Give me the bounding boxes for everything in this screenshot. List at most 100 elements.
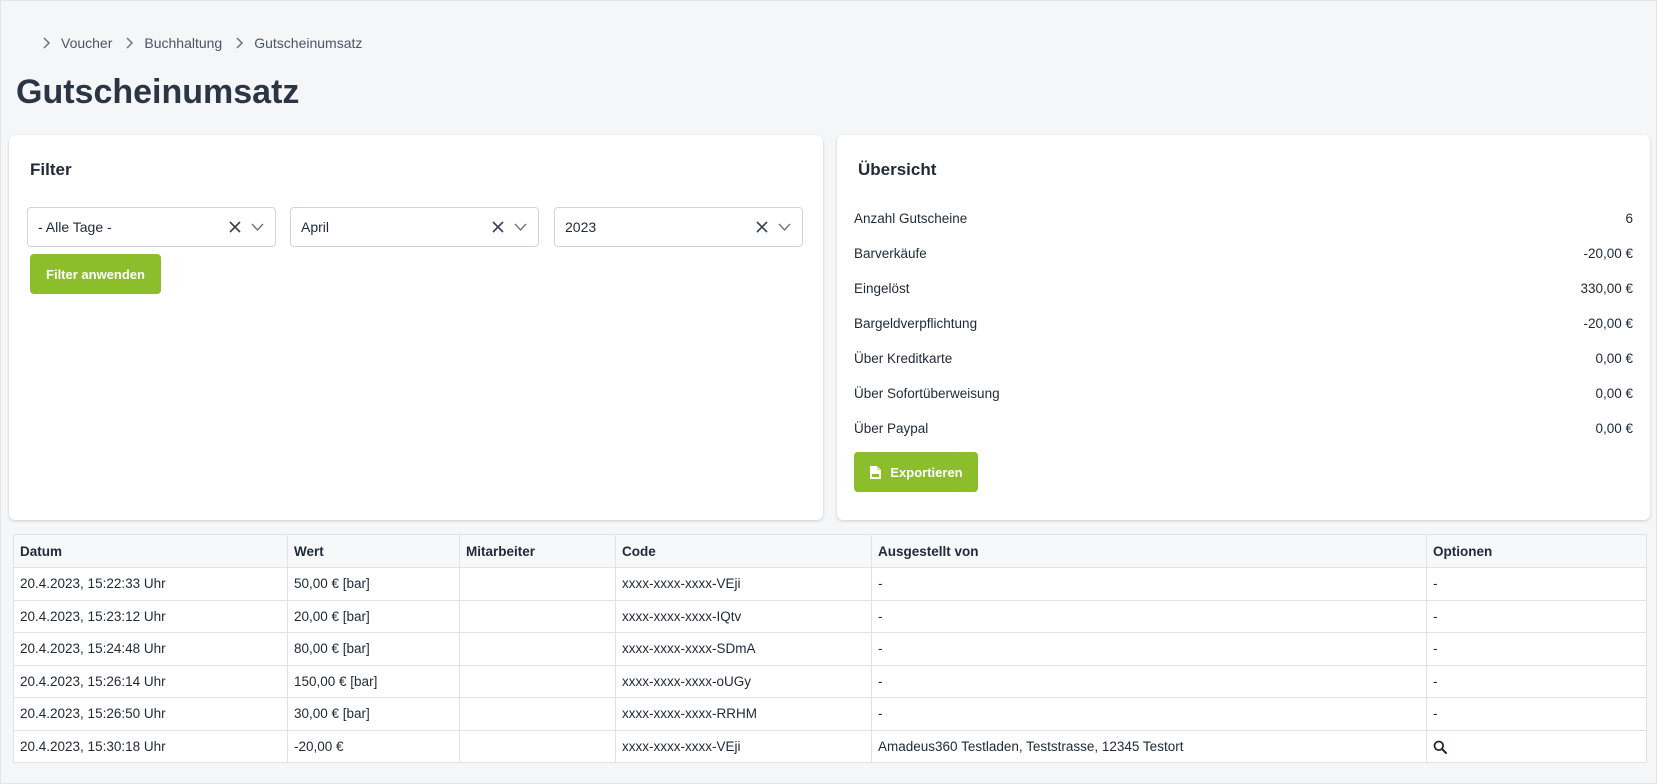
table-row: 20.4.2023, 15:26:50 Uhr 30,00 € [bar] xx… <box>13 697 1647 731</box>
overview-row-redeemed: Eingelöst 330,00 € <box>854 281 1633 301</box>
filter-card: Filter - Alle Tage - April 2023 Filter a… <box>9 135 823 520</box>
overview-label: Über Paypal <box>854 421 929 436</box>
overview-row-credit-card: Über Kreditkarte 0,00 € <box>854 351 1633 371</box>
cell-mitarbeiter <box>459 567 616 601</box>
app-frame: Voucher Buchhaltung Gutscheinumsatz Guts… <box>0 0 1657 784</box>
column-header-datum[interactable]: Datum <box>13 534 288 568</box>
overview-value: -20,00 € <box>1583 246 1633 261</box>
cell-ausgestellt: - <box>871 567 1427 601</box>
cell-code: xxxx-xxxx-xxxx-VEji <box>615 729 872 763</box>
cell-wert: 30,00 € [bar] <box>287 697 460 731</box>
cell-optionen: - <box>1426 697 1647 731</box>
overview-label: Anzahl Gutscheine <box>854 211 968 226</box>
cell-mitarbeiter <box>459 632 616 666</box>
filter-title: Filter <box>30 160 72 179</box>
table-row: 20.4.2023, 15:24:48 Uhr 80,00 € [bar] xx… <box>13 632 1647 666</box>
cell-wert: -20,00 € <box>287 729 460 763</box>
column-header-mitarbeiter[interactable]: Mitarbeiter <box>459 534 616 568</box>
cell-optionen <box>1426 729 1647 763</box>
apply-filter-button[interactable]: Filter anwenden <box>30 254 161 294</box>
cell-code: xxxx-xxxx-xxxx-IQtv <box>615 599 872 633</box>
cell-code: xxxx-xxxx-xxxx-SDmA <box>615 632 872 666</box>
table-row: 20.4.2023, 15:26:14 Uhr 150,00 € [bar] x… <box>13 664 1647 698</box>
table-row: 20.4.2023, 15:30:18 Uhr -20,00 € xxxx-xx… <box>13 729 1647 763</box>
overview-value: 330,00 € <box>1580 281 1633 296</box>
cell-datum: 20.4.2023, 15:30:18 Uhr <box>13 729 288 763</box>
breadcrumb-label: Voucher <box>61 35 113 51</box>
clear-icon[interactable] <box>491 220 505 234</box>
cell-code: xxxx-xxxx-xxxx-RRHM <box>615 697 872 731</box>
cell-wert: 50,00 € [bar] <box>287 567 460 601</box>
column-header-wert[interactable]: Wert <box>287 534 460 568</box>
page-title: Gutscheinumsatz <box>16 73 300 111</box>
overview-row-cash-sales: Barverkäufe -20,00 € <box>854 246 1633 266</box>
overview-value: 0,00 € <box>1595 421 1633 436</box>
cell-ausgestellt: Amadeus360 Testladen, Teststrasse, 12345… <box>871 729 1427 763</box>
overview-row-paypal: Über Paypal 0,00 € <box>854 421 1633 441</box>
cell-ausgestellt: - <box>871 664 1427 698</box>
cell-wert: 80,00 € [bar] <box>287 632 460 666</box>
breadcrumb-item-voucher[interactable]: Voucher <box>41 35 124 51</box>
cell-wert: 20,00 € [bar] <box>287 599 460 633</box>
overview-label: Barverkäufe <box>854 246 927 261</box>
cell-datum: 20.4.2023, 15:23:12 Uhr <box>13 599 288 633</box>
chevron-down-icon[interactable] <box>251 222 264 232</box>
export-button[interactable]: Exportieren <box>854 452 978 492</box>
export-button-label: Exportieren <box>890 464 963 480</box>
table-header-row: Datum Wert Mitarbeiter Code Ausgestellt … <box>13 534 1647 568</box>
overview-value: 0,00 € <box>1595 351 1633 366</box>
breadcrumb-label: Buchhaltung <box>144 35 223 51</box>
overview-label: Eingelöst <box>854 281 910 296</box>
cell-mitarbeiter <box>459 729 616 763</box>
cell-wert: 150,00 € [bar] <box>287 664 460 698</box>
cell-datum: 20.4.2023, 15:22:33 Uhr <box>13 567 288 601</box>
voucher-table: Datum Wert Mitarbeiter Code Ausgestellt … <box>13 534 1647 763</box>
column-header-optionen: Optionen <box>1426 534 1647 568</box>
breadcrumb: Voucher Buchhaltung Gutscheinumsatz <box>41 35 374 51</box>
table-row: 20.4.2023, 15:22:33 Uhr 50,00 € [bar] xx… <box>13 567 1647 601</box>
breadcrumb-item-gutscheinumsatz: Gutscheinumsatz <box>234 35 374 51</box>
cell-code: xxxx-xxxx-xxxx-oUGy <box>615 664 872 698</box>
cell-mitarbeiter <box>459 599 616 633</box>
cell-datum: 20.4.2023, 15:26:14 Uhr <box>13 664 288 698</box>
file-pdf-icon <box>870 465 882 479</box>
overview-value: 6 <box>1625 211 1633 226</box>
clear-icon[interactable] <box>228 220 242 234</box>
chevron-right-icon <box>236 37 244 49</box>
column-header-ausgestellt[interactable]: Ausgestellt von <box>871 534 1427 568</box>
column-header-code[interactable]: Code <box>615 534 872 568</box>
cell-mitarbeiter <box>459 664 616 698</box>
clear-icon[interactable] <box>755 220 769 234</box>
table-row: 20.4.2023, 15:23:12 Uhr 20,00 € [bar] xx… <box>13 599 1647 633</box>
cell-ausgestellt: - <box>871 632 1427 666</box>
chevron-down-icon[interactable] <box>778 222 791 232</box>
year-select[interactable]: 2023 <box>554 207 803 247</box>
voucher-table-container: Datum Wert Mitarbeiter Code Ausgestellt … <box>13 534 1647 763</box>
chevron-right-icon <box>43 37 51 49</box>
cell-datum: 20.4.2023, 15:24:48 Uhr <box>13 632 288 666</box>
cell-ausgestellt: - <box>871 697 1427 731</box>
overview-label: Über Kreditkarte <box>854 351 953 366</box>
cell-mitarbeiter <box>459 697 616 731</box>
overview-row-count: Anzahl Gutscheine 6 <box>854 211 1633 231</box>
cell-ausgestellt: - <box>871 599 1427 633</box>
month-select[interactable]: April <box>290 207 539 247</box>
overview-row-sofort: Über Sofortüberweisung 0,00 € <box>854 386 1633 406</box>
breadcrumb-item-buchhaltung[interactable]: Buchhaltung <box>124 35 234 51</box>
day-select[interactable]: - Alle Tage - <box>27 207 276 247</box>
cell-datum: 20.4.2023, 15:26:50 Uhr <box>13 697 288 731</box>
breadcrumb-label: Gutscheinumsatz <box>254 35 363 51</box>
cell-code: xxxx-xxxx-xxxx-VEji <box>615 567 872 601</box>
search-icon[interactable] <box>1433 740 1447 754</box>
overview-value: -20,00 € <box>1583 316 1633 331</box>
cell-optionen: - <box>1426 632 1647 666</box>
overview-card: Übersicht Anzahl Gutscheine 6 Barverkäuf… <box>837 135 1650 520</box>
overview-label: Über Sofortüberweisung <box>854 386 1000 401</box>
overview-value: 0,00 € <box>1595 386 1633 401</box>
chevron-down-icon[interactable] <box>514 222 527 232</box>
chevron-right-icon <box>126 37 134 49</box>
overview-row-cash-liability: Bargeldverpflichtung -20,00 € <box>854 316 1633 336</box>
cell-optionen: - <box>1426 599 1647 633</box>
overview-title: Übersicht <box>858 160 937 179</box>
cell-optionen: - <box>1426 664 1647 698</box>
